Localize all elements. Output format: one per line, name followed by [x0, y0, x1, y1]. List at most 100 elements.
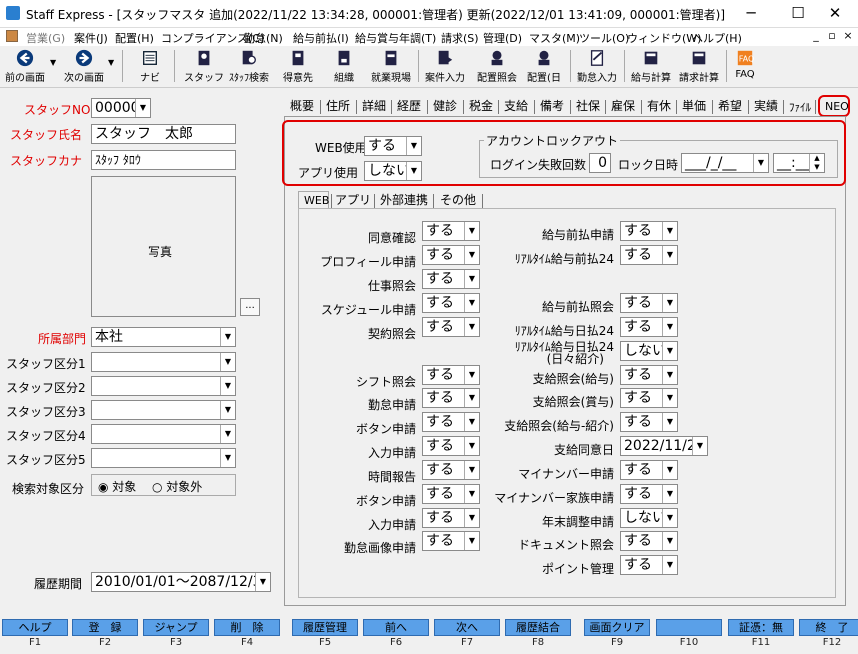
menu-maebarai[interactable]: 給与前払(I) [293, 30, 349, 46]
setting-select[interactable]: する ▼ [422, 293, 480, 313]
fkey-button-f2[interactable]: 登 録 [72, 619, 138, 636]
close-button[interactable]: ✕ [812, 0, 858, 28]
tab-koho[interactable]: 雇保 [611, 98, 635, 116]
setting-select[interactable]: する ▼ [422, 269, 480, 289]
setting-select[interactable]: する ▼ [620, 245, 678, 265]
setting-select[interactable]: する ▼ [422, 531, 480, 551]
setting-select[interactable]: する ▼ [620, 531, 678, 551]
setting-select[interactable]: する ▼ [422, 221, 480, 241]
tab-biko[interactable]: 備考 [540, 98, 564, 116]
tab-shosai[interactable]: 詳細 [362, 98, 386, 116]
tab-shikyu[interactable]: 支給 [504, 98, 528, 116]
fail-count-input[interactable]: 0 [589, 153, 611, 173]
attendance-input-button[interactable]: 勤怠入力 [574, 48, 620, 86]
dropdown-icon[interactable]: ▼ [108, 58, 114, 67]
tab-kibo[interactable]: 希望 [718, 98, 742, 116]
staff-name-input[interactable]: スタッフ 太郎 [91, 124, 236, 144]
menu-tool[interactable]: ツール(O) [579, 30, 629, 46]
staff-no-select[interactable]: 000005 ▼ [91, 98, 151, 118]
setting-select[interactable]: する ▼ [620, 317, 678, 337]
tab-gaiyo[interactable]: 概要 [290, 98, 314, 116]
spinner-icon[interactable]: ▲ ▼ [809, 154, 824, 172]
kubun5-select[interactable]: ▼ [91, 448, 236, 468]
dropdown-icon[interactable]: ▼ [50, 58, 56, 67]
app-use-select[interactable]: しない ▼ [364, 161, 422, 181]
org-button[interactable]: 組織 [324, 48, 364, 86]
menu-eigyo[interactable]: 営業(G) [26, 30, 65, 46]
menu-kyuyo[interactable]: 給与賞与年調(T) [355, 30, 436, 46]
menu-seikyu[interactable]: 請求(S) [441, 30, 479, 46]
tab-yukyu[interactable]: 有休 [647, 98, 671, 116]
dept-select[interactable]: 本社 ▼ [91, 327, 236, 347]
radio-target[interactable]: ◉ 対象 [98, 478, 136, 495]
lock-time-input[interactable]: __:__ ▲ ▼ [773, 153, 825, 173]
tab-jisseki[interactable]: 実績 [754, 98, 778, 116]
radio-exclude[interactable]: ○ 対象外 [152, 478, 202, 495]
assign-view-button[interactable]: 配置照会 [474, 48, 520, 86]
tab-tanka[interactable]: 単価 [682, 98, 706, 116]
tab-kenshin[interactable]: 健診 [433, 98, 457, 116]
setting-select[interactable]: しない ▼ [620, 508, 678, 528]
menu-master[interactable]: マスタ(M) [529, 30, 580, 46]
menu-kanri[interactable]: 管理(D) [483, 30, 522, 46]
setting-select[interactable]: する ▼ [422, 460, 480, 480]
mdi-restore-button[interactable]: ▫ [824, 29, 840, 44]
setting-select[interactable]: する ▼ [620, 412, 678, 432]
menu-anken[interactable]: 案件(J) [74, 30, 108, 46]
fkey-button-f7[interactable]: 次へ [434, 619, 500, 636]
fkey-button-f4[interactable]: 削 除 [214, 619, 280, 636]
setting-select[interactable]: する ▼ [422, 412, 480, 432]
kubun3-select[interactable]: ▼ [91, 400, 236, 420]
setting-select[interactable]: する ▼ [422, 508, 480, 528]
setting-select[interactable]: する ▼ [422, 484, 480, 504]
photo-browse-button[interactable]: ... [240, 298, 260, 316]
menu-haichi[interactable]: 配置(H) [115, 30, 154, 46]
fkey-button-f11[interactable]: 証憑：無 [728, 619, 794, 636]
tab-neo[interactable]: NEO [825, 98, 849, 116]
history-select[interactable]: 2010/01/01～2087/12/31 ▼ [91, 572, 271, 592]
kubun1-select[interactable]: ▼ [91, 352, 236, 372]
web-use-select[interactable]: する ▼ [364, 136, 422, 156]
tab-jusho[interactable]: 住所 [326, 98, 350, 116]
tab-keireki[interactable]: 経歴 [397, 98, 421, 116]
fkey-button-f1[interactable]: ヘルプ [2, 619, 68, 636]
staff-search-button[interactable]: ｽﾀｯﾌ検索 [226, 48, 272, 86]
setting-select[interactable]: 2022/11/22 ▼ [620, 436, 708, 456]
next-screen-button[interactable]: 次の画面 [62, 48, 106, 86]
site-button[interactable]: 就業現場 [368, 48, 414, 86]
kubun4-select[interactable]: ▼ [91, 424, 236, 444]
setting-select[interactable]: する ▼ [422, 317, 480, 337]
menu-window[interactable]: ウィンドウ(W) [627, 30, 701, 46]
bill-calc-button[interactable]: 請求計算 [676, 48, 722, 86]
fkey-button-f6[interactable]: 前へ [363, 619, 429, 636]
setting-select[interactable]: する ▼ [422, 365, 480, 385]
setting-select[interactable]: する ▼ [620, 555, 678, 575]
fkey-button-f3[interactable]: ジャンプ [143, 619, 209, 636]
pay-calc-button[interactable]: 給与計算 [628, 48, 674, 86]
minimize-button[interactable]: ─ [728, 0, 774, 28]
navi-button[interactable]: ナビ [132, 48, 168, 86]
case-input-button[interactable]: 案件入力 [422, 48, 468, 86]
fkey-button-f9[interactable]: 画面クリア [584, 619, 650, 636]
setting-select[interactable]: する ▼ [620, 388, 678, 408]
staff-kana-input[interactable]: ｽﾀｯﾌ ﾀﾛｳ [91, 150, 236, 170]
faq-button[interactable]: FAQ FAQ [728, 48, 762, 86]
fkey-button-f5[interactable]: 履歴管理 [292, 619, 358, 636]
tab-shaho[interactable]: 社保 [576, 98, 600, 116]
setting-select[interactable]: する ▼ [620, 460, 678, 480]
mdi-close-button[interactable]: × [840, 29, 856, 44]
kubun2-select[interactable]: ▼ [91, 376, 236, 396]
tab-file[interactable]: ﾌｧｲﾙ [789, 99, 811, 117]
fkey-button-f10[interactable] [656, 619, 722, 636]
setting-select[interactable]: しない ▼ [620, 341, 678, 361]
mdi-minimize-button[interactable]: _ [808, 29, 824, 44]
menu-kintai[interactable]: 勤怠(N) [244, 30, 283, 46]
setting-select[interactable]: する ▼ [620, 484, 678, 504]
setting-select[interactable]: する ▼ [422, 388, 480, 408]
setting-select[interactable]: する ▼ [620, 365, 678, 385]
assign-day-button[interactable]: 配置(日 [522, 48, 566, 86]
setting-select[interactable]: する ▼ [422, 245, 480, 265]
setting-select[interactable]: する ▼ [620, 221, 678, 241]
staff-button[interactable]: スタッフ [184, 48, 224, 86]
menu-help[interactable]: ヘルプ(H) [692, 30, 742, 46]
